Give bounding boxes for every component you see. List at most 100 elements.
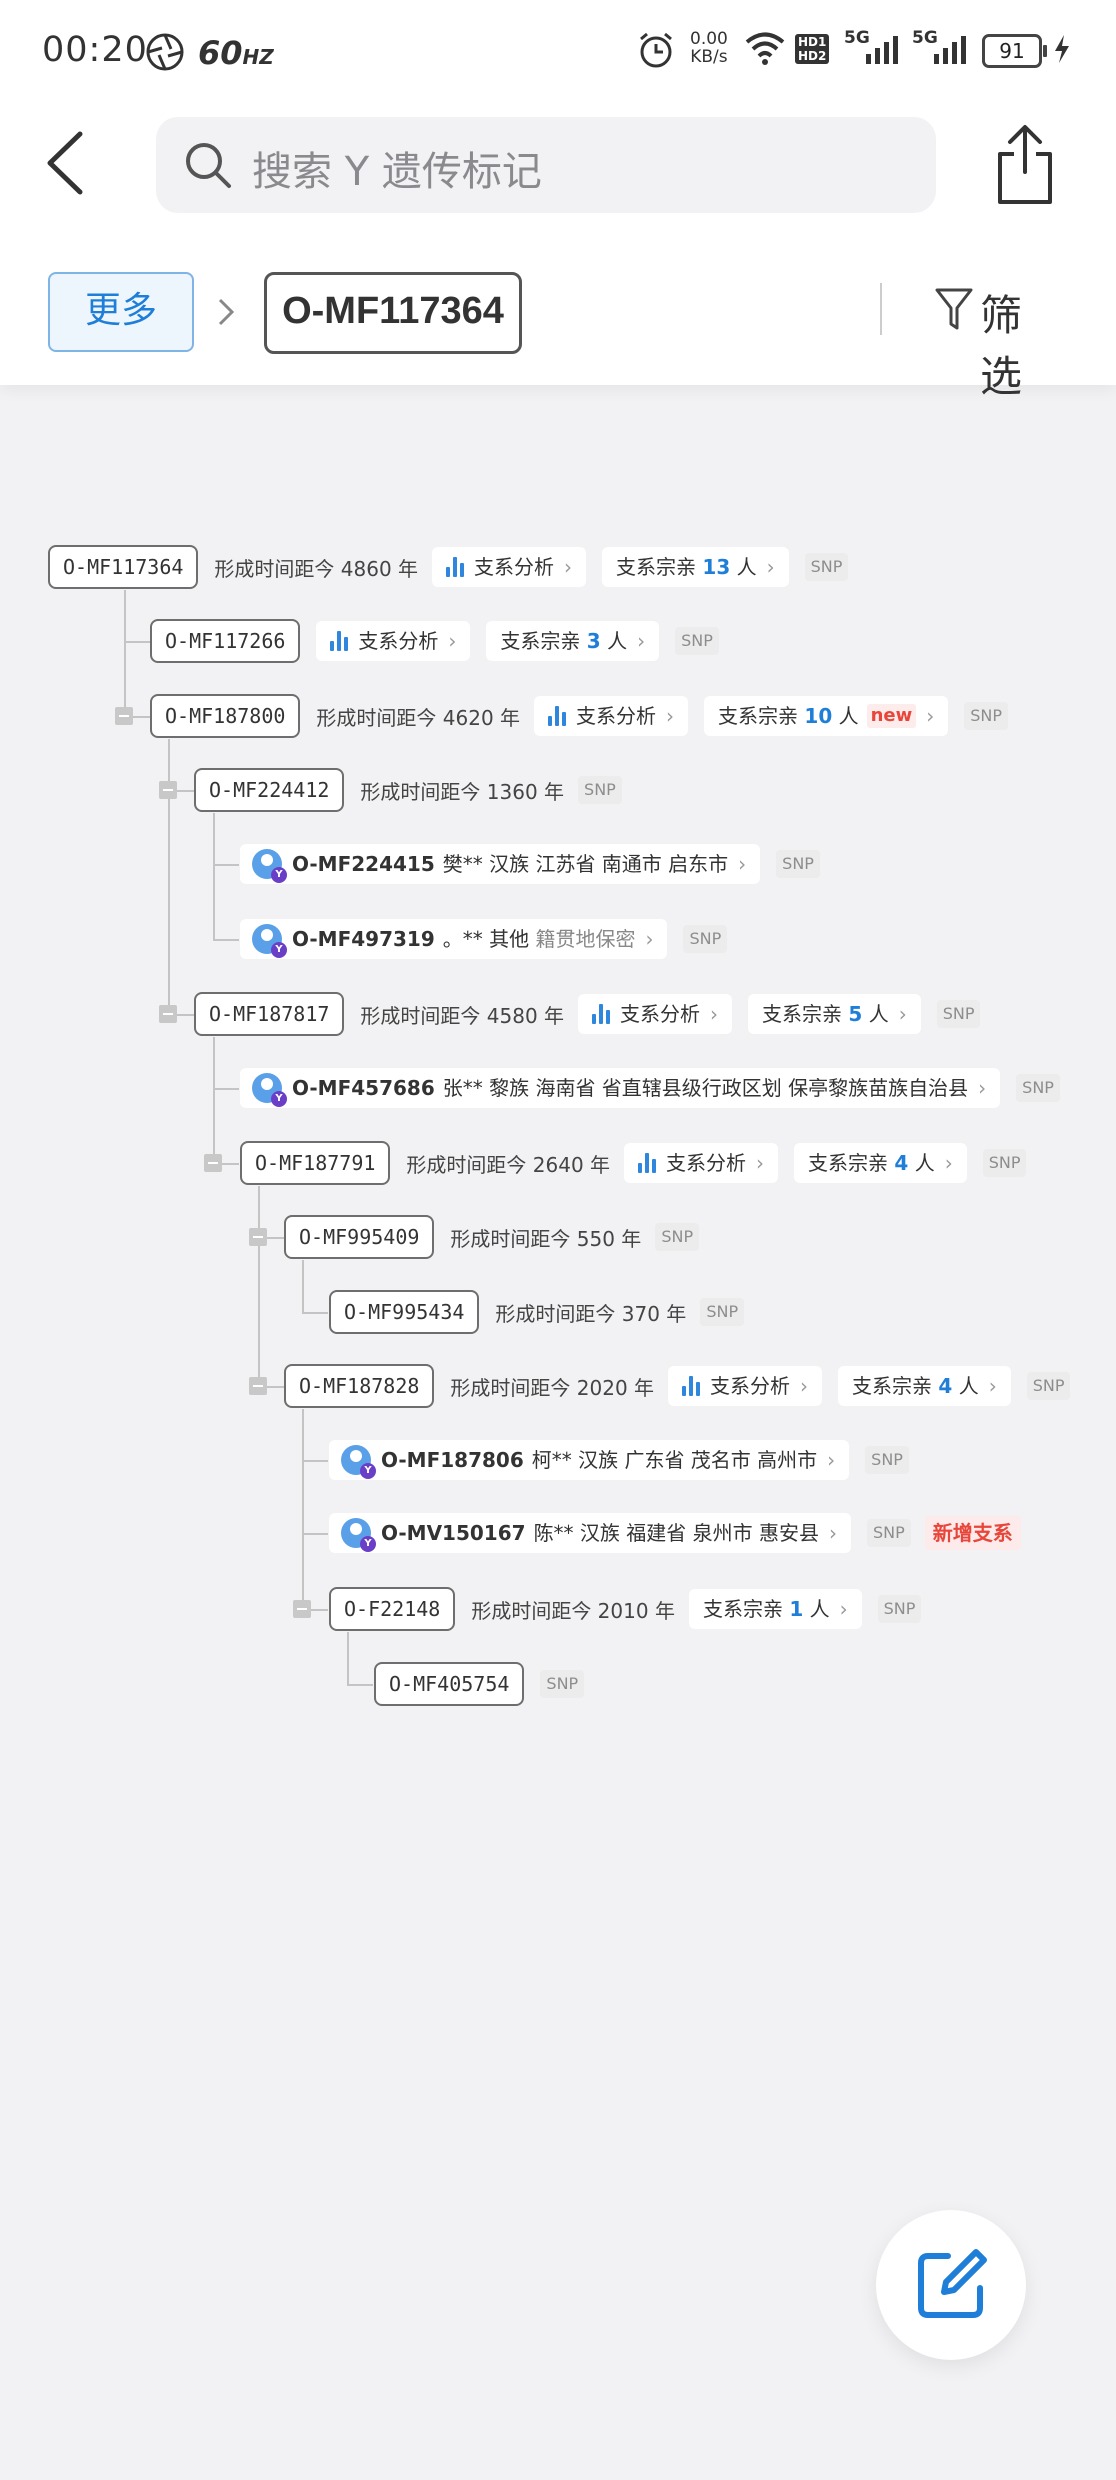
chip-label: 支系宗亲 — [500, 629, 581, 653]
chevron-right-icon: › — [944, 1151, 953, 1175]
haplogroup-node[interactable]: O-MF187791 — [240, 1141, 391, 1185]
snp-badge: SNP — [1016, 1074, 1060, 1102]
signal-2-icon: 5G — [912, 28, 966, 64]
branch-relatives-button[interactable]: 支系宗亲 10 人 new › — [704, 696, 949, 736]
snp-badge: SNP — [964, 702, 1009, 730]
relatives-count: 3 — [586, 629, 601, 653]
bar-chart-icon — [330, 631, 349, 651]
branch-analysis-button[interactable]: 支系分析 › — [432, 547, 587, 587]
branch-relatives-button[interactable]: 支系宗亲 1 人 › — [688, 1589, 862, 1629]
formation-time: 形成时间距今 2010 年 — [471, 1598, 675, 1623]
share-icon — [998, 125, 1052, 204]
share-button[interactable] — [990, 122, 1070, 212]
formation-time: 形成时间距今 4860 年 — [214, 556, 419, 581]
aperture-icon — [145, 32, 185, 76]
sample-record[interactable]: O-MV150167 陈** 汉族 福建省 泉州市 惠安县 › — [329, 1513, 851, 1553]
haplogroup-node[interactable]: O-MF117364 — [48, 545, 199, 589]
haplogroup-node[interactable]: O-MF187828 — [284, 1364, 435, 1408]
branch-analysis-button[interactable]: 支系分析 › — [624, 1143, 779, 1183]
tree-row: O-MF117364 形成时间距今 4860 年 支系分析 › 支系宗亲 13 人… — [48, 545, 849, 589]
edit-button[interactable] — [876, 2210, 1026, 2360]
branch-analysis-button[interactable]: 支系分析 › — [668, 1366, 823, 1406]
chevron-right-icon: › — [800, 1374, 809, 1398]
branch-relatives-button[interactable]: 支系宗亲 5 人 › — [748, 994, 921, 1034]
top-header: 00:20 60HZ 0.00 KB/s HD1 HD2 5G 5G 91 搜索 Y… — [0, 0, 1116, 401]
chevron-right-icon: › — [926, 704, 935, 728]
sample-info: 樊** 汉族 江苏省 南通市 启东市 — [442, 852, 729, 876]
chevron-right-icon: › — [756, 1151, 765, 1175]
haplogroup-node[interactable]: O-MF187800 — [150, 694, 301, 738]
bar-chart-icon — [682, 1376, 701, 1396]
chevron-right-icon: › — [898, 1002, 907, 1026]
snp-badge: SNP — [540, 1670, 585, 1698]
tree-row: O-MF187817 形成时间距今 4580 年 支系分析 › 支系宗亲 5 人 ›… — [194, 992, 981, 1036]
haplogroup-node[interactable]: O-MF995434 — [329, 1290, 480, 1334]
collapse-toggle[interactable] — [293, 1600, 311, 1618]
sample-record[interactable]: O-MF224415 樊** 汉族 江苏省 南通市 启东市 › — [240, 844, 761, 884]
status-time: 00:20 — [42, 30, 148, 70]
formation-time: 形成时间距今 2020 年 — [450, 1375, 655, 1400]
snp-badge: SNP — [578, 776, 622, 804]
snp-badge: SNP — [683, 925, 728, 953]
collapse-toggle[interactable] — [249, 1228, 267, 1246]
more-button[interactable]: 更多 — [48, 272, 194, 352]
search-input[interactable]: 搜索 Y 遗传标记 — [156, 117, 936, 213]
haplogroup-node[interactable]: O-F22148 — [329, 1587, 456, 1631]
chip-label: 支系分析 — [620, 1002, 701, 1026]
haplogroup-node[interactable]: O-MF187817 — [194, 992, 345, 1036]
user-avatar-icon — [252, 849, 287, 883]
sample-record[interactable]: O-MF457686 张** 黎族 海南省 省直辖县级行政区划 保亭黎族苗族自治… — [240, 1068, 1001, 1108]
tree-row: O-MF497319 。** 其他 籍贯地保密 › SNP — [240, 917, 728, 961]
snp-badge: SNP — [655, 1223, 700, 1251]
sample-info: 柯** 汉族 广东省 茂名市 高州市 — [531, 1448, 818, 1472]
snp-badge: SNP — [700, 1298, 745, 1326]
bar-chart-icon — [548, 706, 567, 726]
sample-record[interactable]: O-MF497319 。** 其他 籍贯地保密 › — [240, 919, 668, 959]
snp-badge: SNP — [675, 627, 719, 655]
haplogroup-node[interactable]: O-MF117266 — [150, 619, 301, 663]
branch-analysis-button[interactable]: 支系分析 › — [534, 696, 689, 736]
snp-badge: SNP — [865, 1446, 909, 1474]
collapse-toggle[interactable] — [159, 1005, 177, 1023]
user-avatar-icon — [341, 1518, 376, 1552]
chevron-right-icon: › — [645, 927, 654, 951]
formation-time: 形成时间距今 4580 年 — [360, 1003, 565, 1028]
relatives-count: 4 — [938, 1374, 953, 1398]
origin-hidden: 籍贯地保密 — [535, 927, 636, 951]
chevron-right-icon: › — [564, 555, 573, 579]
collapse-toggle[interactable] — [159, 781, 177, 799]
chip-label: 支系分析 — [710, 1374, 791, 1398]
collapse-toggle[interactable] — [115, 707, 133, 725]
sample-info: 张** 黎族 海南省 省直辖县级行政区划 保亭黎族苗族自治县 — [442, 1076, 969, 1100]
branch-relatives-button[interactable]: 支系宗亲 4 人 › — [838, 1366, 1011, 1406]
branch-relatives-button[interactable]: 支系宗亲 3 人 › — [486, 621, 660, 661]
chevron-right-icon: › — [666, 704, 675, 728]
back-button[interactable] — [40, 128, 110, 208]
chip-label: 支系分析 — [358, 629, 439, 653]
user-avatar-icon — [252, 1073, 287, 1107]
search-icon — [182, 139, 234, 195]
unit-label: 人 — [809, 1597, 830, 1621]
branch-analysis-button[interactable]: 支系分析 › — [316, 621, 471, 661]
divider — [880, 283, 882, 335]
collapse-toggle[interactable] — [249, 1377, 267, 1395]
chip-label: 支系分析 — [666, 1151, 747, 1175]
chip-label: 支系宗亲 — [616, 555, 697, 579]
snp-badge: SNP — [877, 1595, 922, 1623]
wifi-icon — [744, 30, 786, 70]
unit-label: 人 — [868, 1002, 889, 1026]
haplogroup-node[interactable]: O-MF995409 — [284, 1215, 435, 1259]
branch-relatives-button[interactable]: 支系宗亲 13 人 › — [602, 547, 789, 587]
breadcrumb-current[interactable]: O-MF117364 — [264, 272, 522, 354]
relatives-count: 13 — [702, 555, 731, 579]
chevron-right-icon: › — [710, 1002, 719, 1026]
branch-relatives-button[interactable]: 支系宗亲 4 人 › — [794, 1143, 967, 1183]
collapse-toggle[interactable] — [204, 1154, 222, 1172]
sample-record[interactable]: O-MF187806 柯** 汉族 广东省 茂名市 高州市 › — [329, 1440, 850, 1480]
refresh-rate: 60HZ — [198, 34, 274, 72]
charging-icon — [1052, 34, 1072, 68]
battery-indicator: 91 — [982, 34, 1047, 68]
branch-analysis-button[interactable]: 支系分析 › — [578, 994, 733, 1034]
haplogroup-node[interactable]: O-MF224412 — [194, 768, 345, 812]
haplogroup-node[interactable]: O-MF405754 — [374, 1662, 525, 1706]
